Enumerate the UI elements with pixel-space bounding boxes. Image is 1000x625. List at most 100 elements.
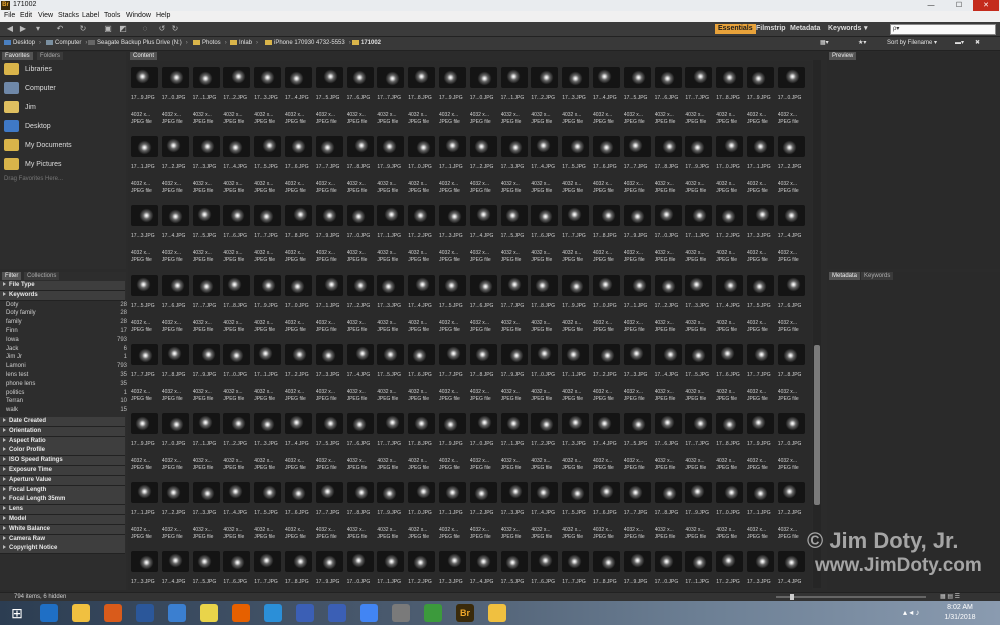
photo-thumbnail[interactable]	[500, 274, 528, 296]
photo-thumbnail[interactable]	[623, 343, 651, 365]
photo-thumbnail[interactable]	[346, 67, 374, 88]
photo-thumbnail[interactable]	[346, 482, 374, 504]
photo-thumbnail[interactable]	[562, 136, 590, 158]
photo-thumbnail[interactable]	[623, 67, 651, 88]
photo-thumbnail[interactable]	[192, 67, 220, 88]
file-explorer-icon[interactable]	[72, 604, 90, 622]
keyword-filter-row[interactable]: Doty family 28	[0, 309, 131, 318]
recent-folder-icon[interactable]: ↶	[55, 25, 65, 33]
photo-thumbnail[interactable]	[285, 482, 312, 504]
photo-thumbnail[interactable]	[654, 67, 682, 88]
menu-file[interactable]: File	[4, 12, 15, 19]
photo-thumbnail[interactable]	[161, 274, 189, 296]
thumbnail-size-slider[interactable]	[776, 596, 926, 598]
photo-thumbnail[interactable]	[408, 205, 436, 227]
photo-thumbnail[interactable]	[192, 136, 220, 158]
photo-thumbnail[interactable]	[315, 205, 343, 227]
photo-thumbnail[interactable]	[439, 274, 466, 296]
photo-thumbnail[interactable]	[500, 482, 528, 504]
photo-thumbnail[interactable]	[285, 413, 312, 434]
photo-thumbnail[interactable]	[716, 67, 744, 88]
photo-thumbnail[interactable]	[685, 205, 713, 227]
photo-thumbnail[interactable]	[285, 67, 312, 88]
filter-file-type[interactable]: File Type	[0, 281, 125, 291]
photo-thumbnail[interactable]	[562, 205, 590, 227]
photo-thumbnail[interactable]	[223, 551, 251, 573]
filter-category[interactable]: Color Profile	[0, 446, 125, 457]
photo-thumbnail[interactable]	[593, 136, 620, 158]
photo-thumbnail[interactable]	[654, 551, 682, 573]
photo-thumbnail[interactable]	[439, 413, 466, 434]
photo-thumbnail[interactable]	[685, 551, 713, 573]
photo-thumbnail[interactable]	[716, 274, 744, 296]
control-panel-icon[interactable]	[424, 604, 442, 622]
photo-thumbnail[interactable]	[131, 482, 158, 504]
tab-content[interactable]: Content	[130, 52, 158, 60]
breadcrumb-computer[interactable]: Computer ›	[46, 39, 87, 48]
photo-thumbnail[interactable]	[439, 67, 466, 88]
photo-thumbnail[interactable]	[254, 136, 282, 158]
photo-thumbnail[interactable]	[685, 136, 713, 158]
keyword-filter-row[interactable]: Finn 17	[0, 327, 131, 336]
photo-thumbnail[interactable]	[408, 551, 436, 573]
photo-thumbnail[interactable]	[623, 136, 651, 158]
refine-icon[interactable]: ◩	[118, 25, 128, 33]
menu-view[interactable]: View	[38, 12, 53, 19]
photo-thumbnail[interactable]	[346, 274, 374, 296]
photo-thumbnail[interactable]	[685, 274, 713, 296]
forward-arrow-icon[interactable]: ▶	[18, 25, 28, 33]
photo-thumbnail[interactable]	[777, 67, 805, 88]
camera-import-icon[interactable]: ▣	[103, 25, 113, 33]
photo-thumbnail[interactable]	[285, 205, 312, 227]
search-input[interactable]: ρ▾	[890, 24, 996, 35]
keyword-filter-row[interactable]: Terran 10	[0, 397, 131, 406]
photo-thumbnail[interactable]	[716, 482, 744, 504]
photo-thumbnail[interactable]	[654, 343, 682, 365]
windows-start-icon[interactable]: ⊞	[8, 604, 26, 622]
keyword-filter-row[interactable]: walk 15	[0, 406, 131, 415]
photo-thumbnail[interactable]	[285, 551, 312, 573]
photo-thumbnail[interactable]	[408, 413, 436, 434]
photo-thumbnail[interactable]	[192, 343, 220, 365]
favorite-libraries[interactable]: Libraries	[4, 62, 52, 78]
scroll-thumb[interactable]	[814, 345, 820, 505]
photo-thumbnail[interactable]	[685, 343, 713, 365]
photo-thumbnail[interactable]	[747, 551, 774, 573]
photo-thumbnail[interactable]	[623, 413, 651, 434]
filter-category[interactable]: ISO Speed Ratings	[0, 456, 125, 467]
tab-folders[interactable]: Folders	[37, 52, 64, 60]
menu-tools[interactable]: Tools	[104, 12, 120, 19]
photo-thumbnail[interactable]	[500, 205, 528, 227]
photo-thumbnail[interactable]	[285, 136, 312, 158]
photo-thumbnail[interactable]	[747, 67, 774, 88]
chrome-icon[interactable]	[360, 604, 378, 622]
keyword-filter-row[interactable]: Doty 28	[0, 301, 131, 310]
menu-label[interactable]: Label	[82, 12, 99, 19]
photo-thumbnail[interactable]	[531, 551, 559, 573]
photo-thumbnail[interactable]	[223, 205, 251, 227]
mail-icon[interactable]	[168, 604, 186, 622]
menu-stacks[interactable]: Stacks	[58, 12, 79, 19]
back-arrow-icon[interactable]: ◀	[5, 25, 15, 33]
photo-thumbnail[interactable]	[161, 413, 189, 434]
photo-thumbnail[interactable]	[192, 551, 220, 573]
photo-thumbnail[interactable]	[254, 274, 282, 296]
photo-thumbnail[interactable]	[254, 551, 282, 573]
breadcrumb-inlab[interactable]: Inlab ›	[230, 39, 258, 48]
photo-thumbnail[interactable]	[747, 343, 774, 365]
photo-thumbnail[interactable]	[408, 343, 436, 365]
explorer-icon-2[interactable]	[488, 604, 506, 622]
photo-thumbnail[interactable]	[716, 136, 744, 158]
photo-thumbnail[interactable]	[685, 413, 713, 434]
photo-thumbnail[interactable]	[716, 343, 744, 365]
photo-thumbnail[interactable]	[500, 136, 528, 158]
workspace-filmstrip[interactable]: Filmstrip	[756, 24, 786, 34]
word-icon[interactable]	[136, 604, 154, 622]
photo-thumbnail[interactable]	[593, 343, 620, 365]
paint-icon[interactable]	[392, 604, 410, 622]
photo-thumbnail[interactable]	[562, 67, 590, 88]
filter-category[interactable]: Exposure Time	[0, 466, 125, 476]
filter-category[interactable]: Camera Raw	[0, 534, 125, 545]
view-toggle-icon[interactable]: ▦ ▤ ☰	[940, 593, 960, 600]
breadcrumb-iphone[interactable]: iPhone 170930 4732-5553 ›	[265, 39, 351, 48]
